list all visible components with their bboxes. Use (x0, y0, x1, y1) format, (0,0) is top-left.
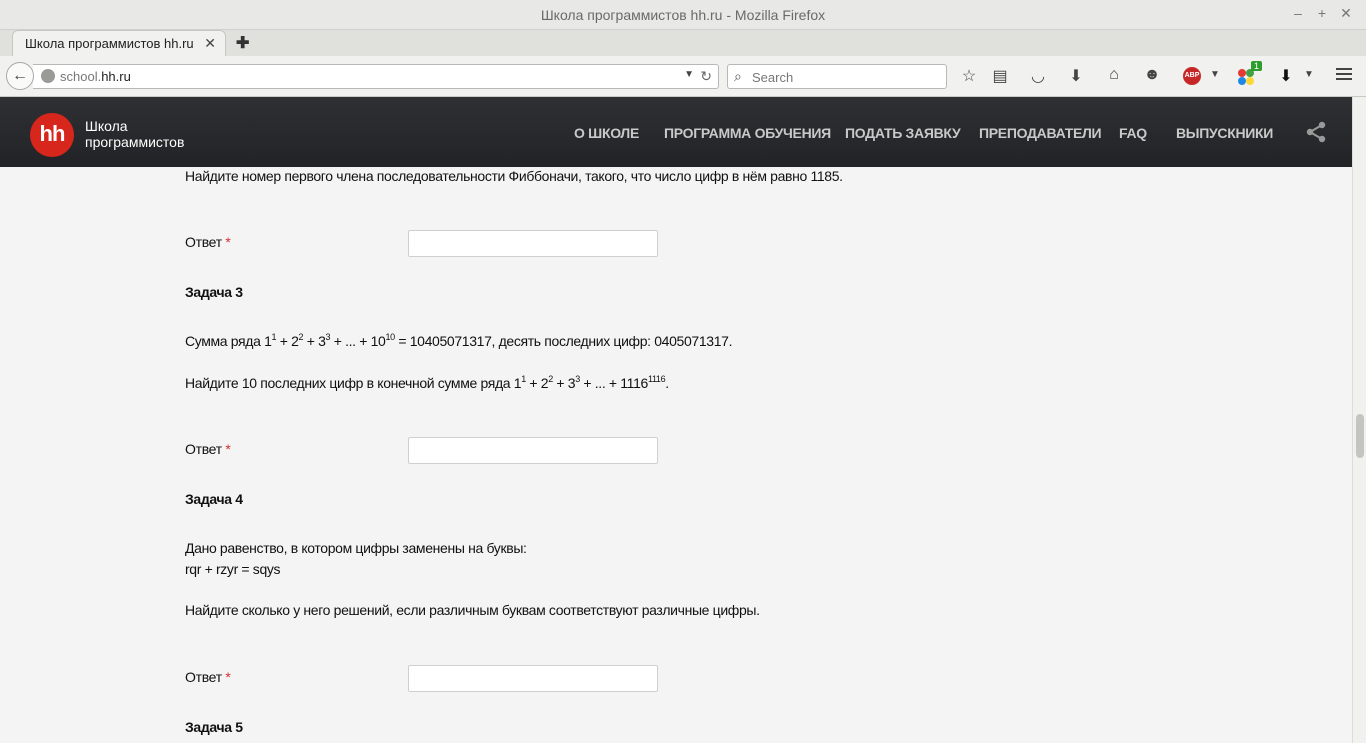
task3-question: Найдите 10 последних цифр в конечной сум… (185, 374, 669, 391)
answer-label: Ответ * (185, 669, 231, 685)
new-tab-button[interactable]: ✚ (236, 33, 249, 53)
answer-input-task2[interactable] (408, 230, 658, 257)
answer-label: Ответ * (185, 441, 231, 457)
scrollbar-thumb[interactable] (1356, 414, 1364, 458)
task3-heading: Задача 3 (185, 284, 243, 300)
search-icon: ⌕ (734, 68, 742, 84)
site-header: hh Школа программистов О ШКОЛЕ ПРОГРАММА… (0, 97, 1352, 167)
answer-input-task4[interactable] (408, 665, 658, 692)
back-button[interactable]: ← (6, 62, 34, 90)
answer-label: Ответ * (185, 234, 231, 250)
toolbar-dropdown-icon[interactable]: ▼ (1298, 69, 1320, 80)
globe-icon (41, 69, 55, 83)
bookmark-star-icon[interactable]: ☆ (958, 66, 980, 86)
back-icon: ← (12, 67, 28, 84)
nav-faq[interactable]: FAQ (1119, 125, 1147, 141)
tab-title: Школа программистов hh.ru (25, 36, 194, 51)
nav-about[interactable]: О ШКОЛЕ (574, 125, 639, 141)
share-icon[interactable] (1305, 121, 1327, 143)
nav-program[interactable]: ПРОГРАММА ОБУЧЕНИЯ (664, 125, 831, 141)
task4-line1: Дано равенство, в котором цифры заменены… (185, 540, 527, 556)
site-name-line2: программистов (85, 134, 185, 150)
task2-question: Найдите номер первого члена последовател… (185, 168, 843, 184)
task4-heading: Задача 4 (185, 491, 243, 507)
site-name-line1: Школа (85, 118, 128, 134)
chat-icon[interactable]: ☻ (1141, 66, 1163, 84)
tab-close-icon[interactable]: ✕ (204, 35, 216, 52)
adblock-dropdown-icon[interactable]: ▼ (1204, 69, 1226, 80)
nav-teachers[interactable]: ПРЕПОДАВАТЕЛИ (979, 125, 1102, 141)
tab-strip: Школа программистов hh.ru ✕ ✚ (0, 30, 1366, 57)
task4-question: Найдите сколько у него решений, если раз… (185, 602, 760, 618)
extension-icon[interactable] (1238, 69, 1254, 85)
menu-icon[interactable] (1336, 68, 1352, 83)
adblock-icon[interactable]: ABP (1183, 67, 1201, 85)
close-window-button[interactable]: ✕ (1338, 5, 1354, 22)
window-title: Школа программистов hh.ru - Mozilla Fire… (540, 7, 826, 23)
task3-series-text: Сумма ряда 11 + 22 + 33 + ... + 1010 = 1… (185, 332, 733, 349)
browser-tab[interactable]: Школа программистов hh.ru ✕ (12, 30, 226, 57)
download-icon[interactable]: ⬇ (1065, 66, 1087, 86)
reload-icon[interactable]: ↻ (700, 68, 712, 85)
page-content: Найдите номер первого члена последовател… (0, 167, 1352, 743)
reading-list-icon[interactable]: ▤ (989, 66, 1011, 86)
minimize-button[interactable]: – (1290, 5, 1306, 21)
home-icon[interactable]: ⌂ (1103, 66, 1125, 84)
maximize-button[interactable]: + (1314, 5, 1330, 21)
navigation-toolbar: school.hh.ru ▼ ↻ ← ⌕ Search ☆ ▤ ◡ ⬇ ⌂ ☻ … (0, 56, 1366, 97)
answer-input-task3[interactable] (408, 437, 658, 464)
window-titlebar: Школа программистов hh.ru - Mozilla Fire… (0, 0, 1366, 30)
search-placeholder: Search (752, 70, 794, 85)
page-scrollbar[interactable] (1352, 97, 1366, 743)
search-box[interactable]: ⌕ Search (727, 64, 947, 89)
task5-heading: Задача 5 (185, 719, 243, 735)
extension-badge: 1 (1251, 61, 1263, 71)
url-bar[interactable]: school.hh.ru ▼ ↻ (33, 64, 719, 89)
url-text[interactable]: school.hh.ru (60, 69, 131, 84)
nav-apply[interactable]: ПОДАТЬ ЗАЯВКУ (845, 125, 961, 141)
task4-equation: rqr + rzyr = sqys (185, 561, 281, 577)
site-name[interactable]: Школа программистов (85, 118, 184, 150)
hh-logo[interactable]: hh (30, 113, 74, 157)
url-dropdown-icon[interactable]: ▼ (684, 69, 694, 80)
nav-graduates[interactable]: ВЫПУСКНИКИ (1176, 125, 1273, 141)
pocket-icon[interactable]: ◡ (1027, 66, 1049, 86)
download-arrow-icon[interactable]: ⬇ (1275, 66, 1297, 86)
